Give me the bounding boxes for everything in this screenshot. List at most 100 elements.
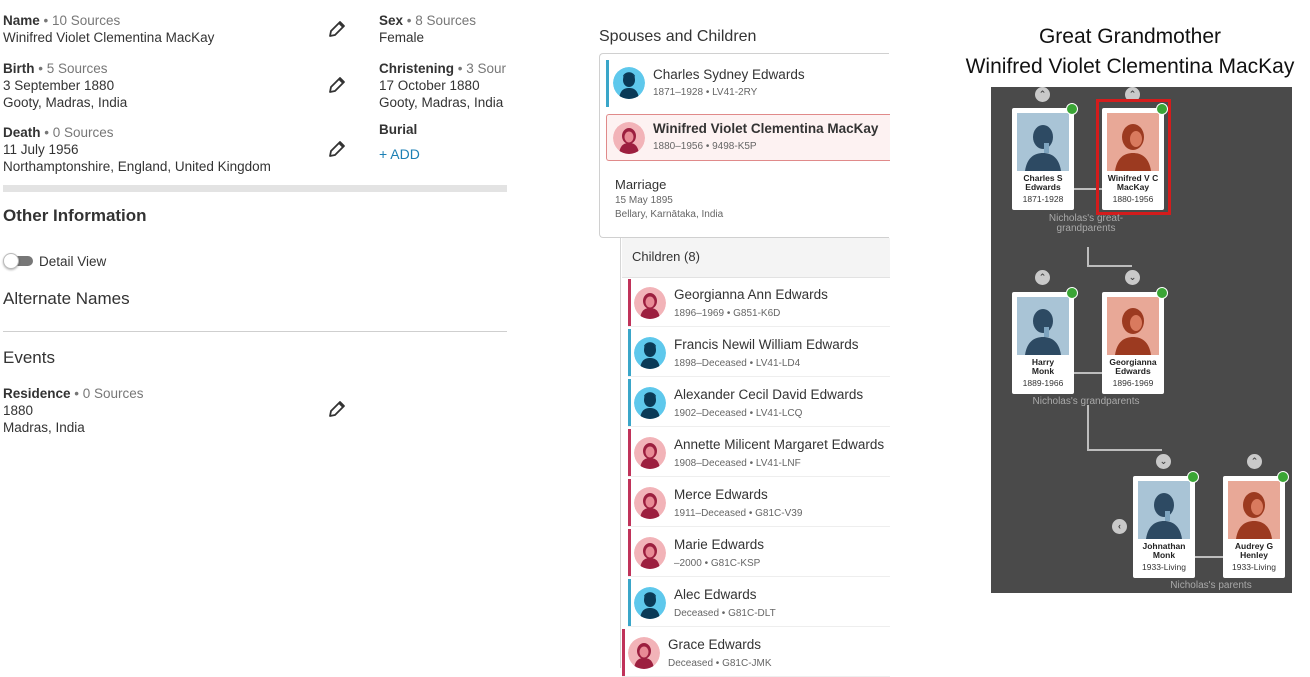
child-name-link[interactable]: Marie Edwards bbox=[674, 537, 764, 552]
child-row[interactable]: Alec Edwards Deceased • G81C-DLT bbox=[628, 579, 890, 627]
chevron-down-icon[interactable]: ⌄ bbox=[1125, 270, 1140, 285]
gender-bar bbox=[628, 279, 631, 326]
female-avatar-icon bbox=[628, 637, 660, 669]
husband-gender-bar bbox=[606, 60, 609, 107]
female-avatar-icon bbox=[634, 537, 666, 569]
wife-name[interactable]: Winifred Violet Clementina MacKay bbox=[653, 121, 878, 136]
pedigree-title: Great Grandmother bbox=[1038, 25, 1222, 48]
pedigree-card-georgianna[interactable]: Georgianna Edwards 1896-1969 bbox=[1102, 292, 1164, 394]
child-name-link[interactable]: Georgianna Ann Edwards bbox=[674, 287, 828, 302]
child-meta: Deceased • G81C-DLT bbox=[674, 608, 776, 619]
vital-sex-sources[interactable]: • 8 Sources bbox=[403, 13, 476, 28]
child-row[interactable]: Merce Edwards 1911–Deceased • G81C-V39 bbox=[628, 479, 890, 527]
vital-birth-label: Birth bbox=[3, 61, 35, 76]
vital-christening-sources[interactable]: • 3 Sour bbox=[454, 61, 506, 76]
card-name: Audrey G Henley bbox=[1234, 541, 1274, 560]
marriage-date: 15 May 1895 bbox=[615, 195, 673, 206]
vital-christening-label: Christening bbox=[379, 61, 455, 76]
events-heading: Events bbox=[3, 348, 55, 367]
chevron-left-icon[interactable]: ‹ bbox=[1112, 519, 1127, 534]
wife-meta: 1880–1956 • 9498-K5P bbox=[653, 141, 757, 152]
vital-name-sources[interactable]: • 10 Sources bbox=[40, 13, 121, 28]
chevron-down-icon[interactable]: ⌄ bbox=[1156, 454, 1171, 469]
vital-birth-sources[interactable]: • 5 Sources bbox=[35, 61, 107, 76]
other-information-heading: Other Information bbox=[3, 206, 147, 225]
child-meta: –2000 • G81C-KSP bbox=[674, 558, 761, 569]
gender-bar bbox=[628, 329, 631, 376]
detail-view-toggle[interactable] bbox=[3, 253, 33, 269]
record-hint-icon[interactable] bbox=[1277, 471, 1289, 483]
child-row[interactable]: Georgianna Ann Edwards 1896–1969 • G851-K… bbox=[628, 279, 890, 327]
card-dates: 1933-Living bbox=[1142, 562, 1186, 572]
vital-sex-label: Sex bbox=[379, 13, 404, 28]
pedigree-tree[interactable]: ⌃ ⌃ ⌃ ⌄ ⌄ ⌃ ‹ Charles S Edwards 1871-192… bbox=[991, 87, 1292, 593]
children-header[interactable]: Children (8) bbox=[622, 238, 890, 278]
card-name: Harry Monk bbox=[1031, 357, 1055, 376]
female-avatar-icon bbox=[634, 437, 666, 469]
edit-name-pencil-icon[interactable] bbox=[327, 19, 347, 39]
husband-name-link[interactable]: Charles Sydney Edwards bbox=[653, 67, 805, 82]
child-meta: Deceased • G81C-JMK bbox=[668, 658, 772, 669]
descent-line bbox=[1087, 265, 1132, 267]
event-residence: Residence • 0 Sources 1880 Madras, India bbox=[3, 385, 144, 436]
vital-burial-label: Burial bbox=[379, 122, 418, 137]
toggle-knob bbox=[3, 253, 19, 269]
record-hint-icon[interactable] bbox=[1156, 287, 1168, 299]
residence-date: 1880 bbox=[3, 403, 34, 418]
vital-birth-place: Gooty, Madras, India bbox=[3, 95, 128, 110]
vital-death-date: 11 July 1956 bbox=[3, 142, 79, 157]
pedigree-card-audrey[interactable]: Audrey G Henley 1933-Living bbox=[1223, 476, 1285, 578]
child-name-link[interactable]: Annette Milicent Margaret Edwards bbox=[674, 437, 884, 452]
generation-label: Nicholas's grandparents bbox=[1032, 396, 1140, 407]
child-name-link[interactable]: Francis Newil William Edwards bbox=[674, 337, 859, 352]
vital-death-sources[interactable]: • 0 Sources bbox=[41, 125, 113, 140]
child-meta: 1896–1969 • G851-K6D bbox=[674, 308, 781, 319]
male-portrait-icon bbox=[1017, 113, 1069, 171]
residence-label: Residence bbox=[3, 386, 71, 401]
section-divider bbox=[3, 185, 507, 192]
vital-death-label: Death bbox=[3, 125, 41, 140]
male-avatar-icon bbox=[613, 67, 645, 99]
record-hint-icon[interactable] bbox=[1187, 471, 1199, 483]
child-row[interactable]: Annette Milicent Margaret Edwards 1908–De… bbox=[628, 429, 890, 477]
pedigree-card-johnathan[interactable]: Johnathan Monk 1933-Living bbox=[1133, 476, 1195, 578]
card-dates: 1871-1928 bbox=[1022, 194, 1064, 204]
pedigree-card-winifred[interactable]: Winifred V C MacKay 1880-1956 bbox=[1102, 108, 1164, 210]
alternate-names-heading: Alternate Names bbox=[3, 289, 130, 308]
record-hint-icon[interactable] bbox=[1156, 103, 1168, 115]
chevron-up-icon[interactable]: ⌃ bbox=[1035, 270, 1050, 285]
chevron-up-icon[interactable]: ⌃ bbox=[1247, 454, 1262, 469]
child-row[interactable]: Francis Newil William Edwards 1898–Deceas… bbox=[628, 329, 890, 377]
child-name-link[interactable]: Alexander Cecil David Edwards bbox=[674, 387, 863, 402]
gender-bar bbox=[628, 479, 631, 526]
child-name-link[interactable]: Grace Edwards bbox=[668, 637, 761, 652]
child-meta: 1908–Deceased • LV41-LNF bbox=[674, 458, 801, 469]
record-hint-icon[interactable] bbox=[1066, 287, 1078, 299]
burial-add-link[interactable]: + ADD bbox=[379, 146, 420, 162]
edit-birth-pencil-icon[interactable] bbox=[327, 75, 347, 95]
child-meta: 1902–Deceased • LV41-LCQ bbox=[674, 408, 803, 419]
record-hint-icon[interactable] bbox=[1066, 103, 1078, 115]
pedigree-card-charles[interactable]: Charles S Edwards 1871-1928 bbox=[1012, 108, 1074, 210]
male-avatar-icon bbox=[634, 587, 666, 619]
residence-sources[interactable]: • 0 Sources bbox=[71, 386, 143, 401]
descent-line bbox=[1087, 405, 1089, 450]
child-row[interactable]: Grace Edwards Deceased • G81C-JMK bbox=[622, 629, 890, 677]
edit-death-pencil-icon[interactable] bbox=[327, 139, 347, 159]
divider bbox=[3, 331, 507, 332]
children-count-label: Children (8) bbox=[632, 249, 700, 264]
child-row[interactable]: Marie Edwards –2000 • G81C-KSP bbox=[628, 529, 890, 577]
child-name-link[interactable]: Merce Edwards bbox=[674, 487, 768, 502]
vital-christening-date: 17 October 1880 bbox=[379, 78, 480, 93]
child-meta: 1911–Deceased • G81C-V39 bbox=[674, 508, 803, 519]
pedigree-card-harry[interactable]: Harry Monk 1889-1966 bbox=[1012, 292, 1074, 394]
card-name: Georgianna Edwards bbox=[1109, 357, 1157, 376]
edit-residence-pencil-icon[interactable] bbox=[327, 399, 347, 419]
residence-place: Madras, India bbox=[3, 420, 85, 435]
child-row[interactable]: Alexander Cecil David Edwards 1902–Deceas… bbox=[628, 379, 890, 427]
chevron-up-icon[interactable]: ⌃ bbox=[1035, 87, 1050, 102]
descent-line bbox=[1087, 247, 1089, 265]
female-portrait-icon bbox=[1107, 297, 1159, 355]
child-name-link[interactable]: Alec Edwards bbox=[674, 587, 757, 602]
male-portrait-icon bbox=[1138, 481, 1190, 539]
